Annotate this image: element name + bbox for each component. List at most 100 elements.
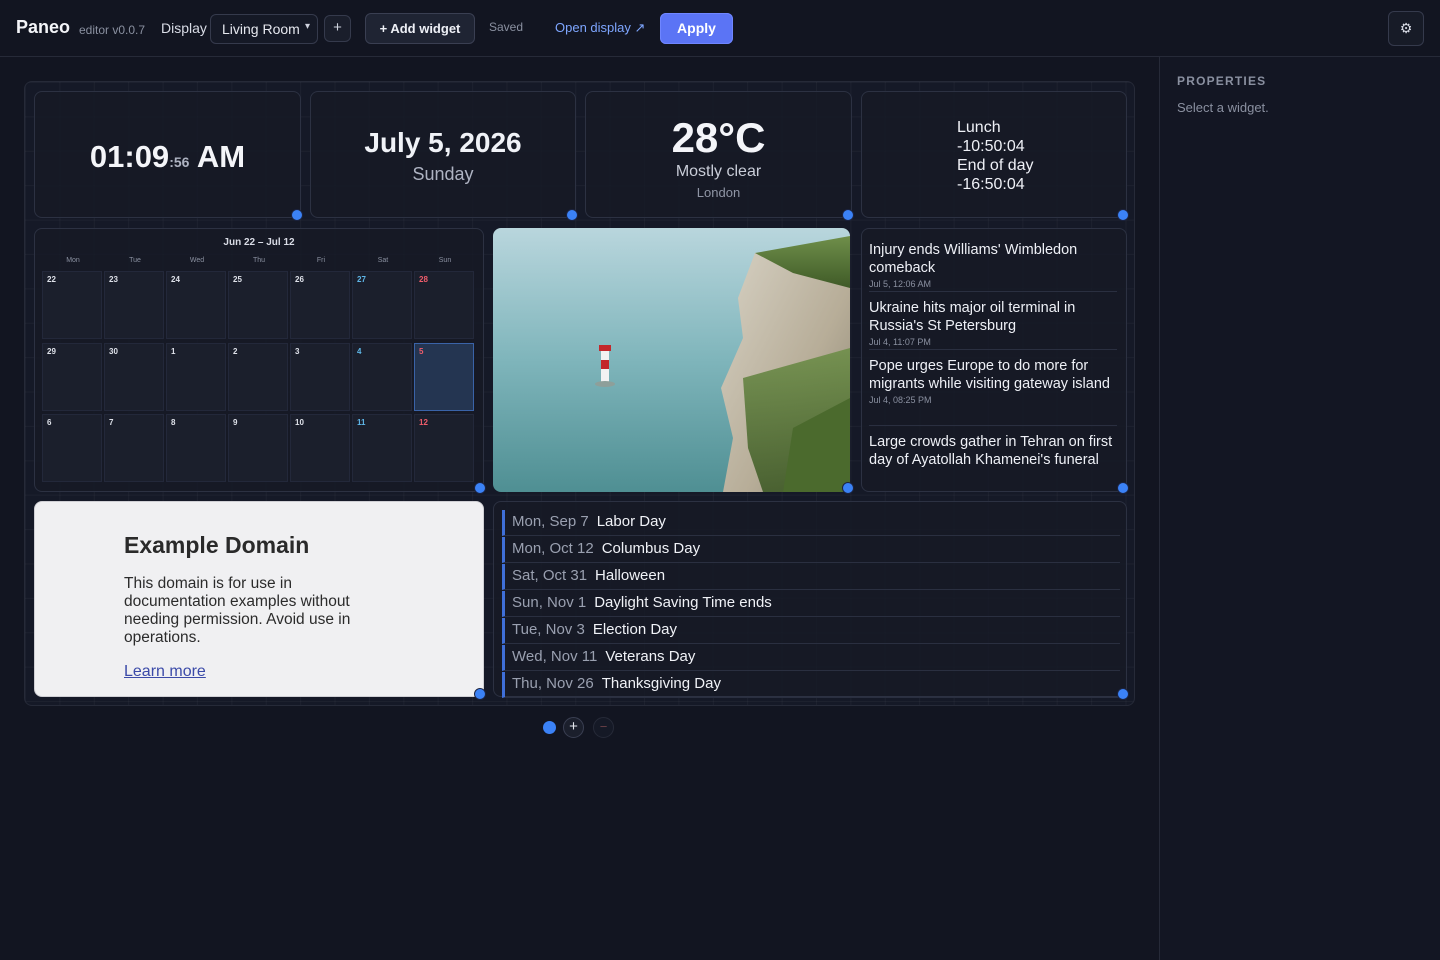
- holiday-date: Mon, Sep 7: [512, 513, 589, 530]
- calendar-day: 26: [290, 271, 350, 339]
- calendar-day: 29: [42, 343, 102, 411]
- holiday-date: Sat, Oct 31: [512, 567, 588, 584]
- clock-widget[interactable]: 01:09:56 AM: [34, 91, 301, 218]
- resize-handle[interactable]: [474, 482, 486, 494]
- calendar-day: 1: [166, 343, 226, 411]
- calendar-day: 24: [166, 271, 226, 339]
- page-indicator-active[interactable]: [543, 721, 556, 734]
- holiday-row: Wed, Nov 11 Veterans Day: [502, 645, 1120, 671]
- holiday-row: Sun, Nov 1 Daylight Saving Time ends: [502, 591, 1120, 617]
- countdown-label: End of day: [957, 157, 1034, 174]
- news-title: Ukraine hits major oil terminal in Russi…: [869, 300, 1076, 334]
- news-item[interactable]: Large crowds gather in Tehran on first d…: [869, 433, 1117, 491]
- app-version: editor v0.0.7: [79, 23, 146, 37]
- calendar-day: 11: [352, 414, 412, 482]
- settings-button[interactable]: ⚙: [1388, 11, 1424, 46]
- web-heading: Example Domain: [124, 532, 310, 558]
- calendar-day: 3: [290, 343, 350, 411]
- calendar-day: 4: [352, 343, 412, 411]
- gear-icon: ⚙: [1399, 20, 1413, 36]
- holiday-name: Halloween: [595, 567, 666, 584]
- web-paragraph: This domain is for use in documentation …: [124, 575, 351, 646]
- calendar-day: 22: [42, 271, 102, 339]
- date-text: July 5, 2026: [364, 127, 522, 158]
- calendar-day: 6: [42, 414, 102, 482]
- holiday-name: Columbus Day: [601, 540, 701, 557]
- holiday-row: Thu, Nov 26 Thanksgiving Day: [502, 672, 1120, 698]
- news-item[interactable]: Pope urges Europe to do more for migrant…: [869, 357, 1117, 426]
- display-select[interactable]: Living Room ▾: [210, 14, 318, 44]
- app-brand: Paneo: [16, 17, 71, 37]
- calendar-weekday-header: Sat: [377, 257, 389, 264]
- resize-handle[interactable]: [842, 209, 854, 221]
- add-display-button[interactable]: +: [324, 15, 351, 42]
- news-title: Large crowds gather in Tehran on first d…: [869, 434, 1113, 468]
- photo-widget[interactable]: [493, 228, 850, 492]
- apply-button[interactable]: Apply: [660, 13, 733, 44]
- clock-time: 01:09:56 AM: [35, 139, 300, 175]
- news-time: Jul 4, 11:07 PM: [869, 337, 931, 347]
- remove-page-button[interactable]: −: [593, 717, 614, 738]
- date-widget[interactable]: July 5, 2026 Sunday: [310, 91, 576, 218]
- holiday-date: Thu, Nov 26: [512, 675, 594, 692]
- calendar-day: 2: [228, 343, 288, 411]
- add-widget-button[interactable]: + Add widget: [365, 13, 475, 44]
- countdown-value: -16:50:04: [957, 176, 1025, 193]
- resize-handle[interactable]: [842, 482, 854, 494]
- add-page-button[interactable]: +: [563, 717, 584, 738]
- countdown-list: Lunch -10:50:04 End of day -16:50:04: [957, 118, 1034, 194]
- save-status: Saved: [489, 20, 524, 34]
- resize-handle[interactable]: [1117, 209, 1129, 221]
- news-widget[interactable]: Injury ends Williams' Wimbledon comeback…: [861, 228, 1127, 492]
- weather-temperature: 28°C: [671, 114, 766, 161]
- calendar-day: 28: [414, 271, 474, 339]
- calendar-day: 10: [290, 414, 350, 482]
- resize-handle[interactable]: [1117, 482, 1129, 494]
- countdown-widget[interactable]: Lunch -10:50:04 End of day -16:50:04: [861, 91, 1127, 218]
- open-display-link[interactable]: Open display ↗: [555, 20, 645, 36]
- calendar-day: 27: [352, 271, 412, 339]
- resize-handle[interactable]: [474, 688, 486, 700]
- news-item[interactable]: Injury ends Williams' Wimbledon comeback…: [869, 241, 1117, 292]
- clock-ampm: AM: [196, 139, 246, 174]
- lighthouse-cliff-photo: [493, 228, 850, 492]
- properties-panel: PROPERTIES Select a widget.: [1159, 57, 1440, 960]
- display-select-value: Living Room: [222, 21, 300, 37]
- holiday-date: Wed, Nov 11: [512, 648, 598, 665]
- resize-handle[interactable]: [1117, 688, 1129, 700]
- news-title: Pope urges Europe to do more for migrant…: [869, 358, 1110, 392]
- learn-more-link[interactable]: Learn more: [124, 663, 206, 681]
- calendar-weekday-header: Fri: [316, 257, 326, 264]
- holiday-row: Tue, Nov 3 Election Day: [502, 618, 1120, 644]
- news-item[interactable]: Ukraine hits major oil terminal in Russi…: [869, 299, 1117, 350]
- weather-widget[interactable]: 28°C Mostly clear London: [585, 91, 852, 218]
- news-title: Injury ends Williams' Wimbledon comeback: [869, 242, 1078, 276]
- resize-handle[interactable]: [566, 209, 578, 221]
- countdown-label: Lunch: [957, 119, 1001, 136]
- holiday-date: Mon, Oct 12: [512, 540, 594, 557]
- calendar-day: 25: [228, 271, 288, 339]
- chevron-down-icon: ▾: [304, 21, 310, 32]
- calendar-widget[interactable]: Jun 22 – Jul 12 Mon Tue Wed Thu Fri Sat Sun 22 2…: [34, 228, 484, 492]
- calendar-weekday-header: Tue: [129, 257, 141, 264]
- news-time: Jul 4, 08:25 PM: [869, 395, 932, 405]
- weekday-text: Sunday: [412, 164, 474, 184]
- calendar-day: 23: [104, 271, 164, 339]
- calendar-weekday-header: Sun: [438, 257, 452, 264]
- web-embed-widget[interactable]: Example Domain This domain is for use in…: [34, 501, 484, 697]
- holiday-row: Mon, Oct 12 Columbus Day: [502, 537, 1120, 563]
- holiday-name: Thanksgiving Day: [601, 675, 721, 692]
- calendar-weekday-header: Mon: [66, 257, 80, 264]
- news-time: Jul 5, 12:06 AM: [869, 279, 932, 289]
- properties-title: PROPERTIES: [1177, 74, 1267, 88]
- calendar-day: 12: [414, 414, 474, 482]
- top-bar: Paneo editor v0.0.7 Display Living Room …: [0, 0, 1440, 57]
- holiday-name: Election Day: [592, 621, 678, 638]
- resize-handle[interactable]: [291, 209, 303, 221]
- clock-seconds: :56: [169, 154, 190, 170]
- weather-condition: Mostly clear: [675, 163, 762, 180]
- calendar-day: 30: [104, 343, 164, 411]
- holidays-widget[interactable]: Mon, Sep 7 Labor Day Mon, Oct 12 Columbus D…: [493, 501, 1127, 698]
- holiday-name: Labor Day: [596, 513, 666, 530]
- countdown-value: -10:50:04: [957, 138, 1025, 155]
